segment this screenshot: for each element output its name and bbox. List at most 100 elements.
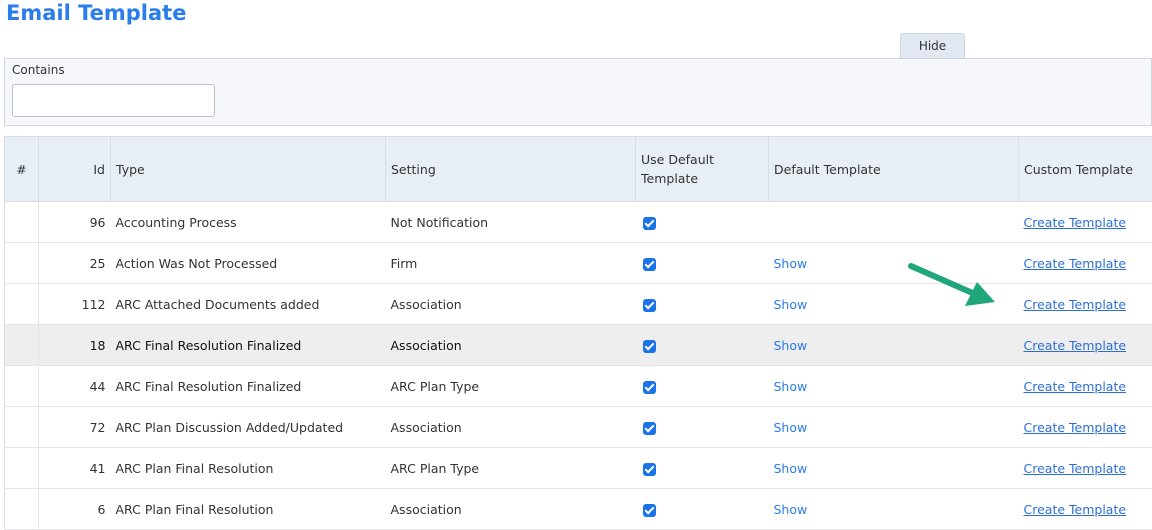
column-header-type[interactable]: Type <box>111 137 386 202</box>
custom-template-cell: Create Template <box>1019 325 1152 366</box>
id-cell: 25 <box>39 243 111 284</box>
default-template-cell: Show <box>769 325 1019 366</box>
use-default-cell <box>636 366 769 407</box>
setting-cell: Association <box>386 407 636 448</box>
default-template-cell: Show <box>769 448 1019 489</box>
default-template-cell: Show <box>769 243 1019 284</box>
column-header-default-template[interactable]: Default Template <box>769 137 1019 202</box>
default-template-cell <box>769 202 1019 243</box>
create-template-link[interactable]: Create Template <box>1024 502 1127 517</box>
custom-template-cell: Create Template <box>1019 489 1152 530</box>
table-row[interactable]: 96Accounting ProcessNot Notification Crea… <box>5 202 1152 243</box>
table-row[interactable]: 44ARC Final Resolution FinalizedARC Plan… <box>5 366 1152 407</box>
custom-template-cell: Create Template <box>1019 202 1152 243</box>
create-template-link[interactable]: Create Template <box>1024 338 1127 353</box>
column-header-number[interactable]: # <box>5 137 39 202</box>
type-cell: Action Was Not Processed <box>111 243 386 284</box>
custom-template-cell: Create Template <box>1019 407 1152 448</box>
use-default-cell <box>636 325 769 366</box>
setting-cell: ARC Plan Type <box>386 448 636 489</box>
id-cell: 44 <box>39 366 111 407</box>
row-number-cell <box>5 366 39 407</box>
row-number-cell <box>5 325 39 366</box>
use-default-checkbox[interactable] <box>643 340 656 353</box>
row-number-cell <box>5 202 39 243</box>
id-cell: 112 <box>39 284 111 325</box>
type-cell: ARC Final Resolution Finalized <box>111 366 386 407</box>
row-number-cell <box>5 448 39 489</box>
custom-template-cell: Create Template <box>1019 243 1152 284</box>
setting-cell: Firm <box>386 243 636 284</box>
custom-template-cell: Create Template <box>1019 448 1152 489</box>
custom-template-cell: Create Template <box>1019 366 1152 407</box>
column-header-setting[interactable]: Setting <box>386 137 636 202</box>
show-default-template-link[interactable]: Show <box>774 338 808 353</box>
show-default-template-link[interactable]: Show <box>774 420 808 435</box>
create-template-link[interactable]: Create Template <box>1024 215 1127 230</box>
type-cell: Accounting Process <box>111 202 386 243</box>
page-title: Email Template <box>6 1 186 25</box>
setting-cell: Association <box>386 489 636 530</box>
show-default-template-link[interactable]: Show <box>774 502 808 517</box>
type-cell: ARC Plan Discussion Added/Updated <box>111 407 386 448</box>
setting-cell: Not Notification <box>386 202 636 243</box>
show-default-template-link[interactable]: Show <box>774 379 808 394</box>
custom-template-cell: Create Template <box>1019 284 1152 325</box>
create-template-link[interactable]: Create Template <box>1024 379 1127 394</box>
create-template-link[interactable]: Create Template <box>1024 420 1127 435</box>
column-header-use-default[interactable]: Use Default Template <box>636 137 769 202</box>
table-row[interactable]: 6ARC Plan Final ResolutionAssociation Sho… <box>5 489 1152 530</box>
id-cell: 6 <box>39 489 111 530</box>
create-template-link[interactable]: Create Template <box>1024 256 1127 271</box>
setting-cell: ARC Plan Type <box>386 366 636 407</box>
use-default-cell <box>636 448 769 489</box>
id-cell: 96 <box>39 202 111 243</box>
use-default-cell <box>636 407 769 448</box>
use-default-checkbox[interactable] <box>643 504 656 517</box>
type-cell: ARC Final Resolution Finalized <box>111 325 386 366</box>
type-cell: ARC Plan Final Resolution <box>111 489 386 530</box>
contains-label: Contains <box>12 63 65 77</box>
type-cell: ARC Plan Final Resolution <box>111 448 386 489</box>
column-header-custom-template[interactable]: Custom Template <box>1019 137 1152 202</box>
table-row[interactable]: 72ARC Plan Discussion Added/UpdatedAssoc… <box>5 407 1152 448</box>
id-cell: 41 <box>39 448 111 489</box>
use-default-cell <box>636 243 769 284</box>
row-number-cell <box>5 243 39 284</box>
use-default-checkbox[interactable] <box>643 299 656 312</box>
default-template-cell: Show <box>769 407 1019 448</box>
show-default-template-link[interactable]: Show <box>774 297 808 312</box>
create-template-link[interactable]: Create Template <box>1024 461 1127 476</box>
table-header-row: # Id Type Setting Use Default Template D… <box>5 137 1152 202</box>
filter-panel: Contains <box>4 58 1152 126</box>
default-template-cell: Show <box>769 366 1019 407</box>
row-number-cell <box>5 489 39 530</box>
setting-cell: Association <box>386 284 636 325</box>
use-default-checkbox[interactable] <box>643 422 656 435</box>
use-default-checkbox[interactable] <box>643 258 656 271</box>
use-default-checkbox[interactable] <box>643 463 656 476</box>
table-row[interactable]: 112ARC Attached Documents addedAssociati… <box>5 284 1152 325</box>
table-row[interactable]: 18ARC Final Resolution FinalizedAssociat… <box>5 325 1152 366</box>
create-template-link[interactable]: Create Template <box>1024 297 1127 312</box>
setting-cell: Association <box>386 325 636 366</box>
row-number-cell <box>5 284 39 325</box>
hide-filter-button[interactable]: Hide <box>900 33 965 58</box>
use-default-checkbox[interactable] <box>643 381 656 394</box>
use-default-checkbox[interactable] <box>643 217 656 230</box>
use-default-cell <box>636 489 769 530</box>
contains-input[interactable] <box>12 84 215 117</box>
column-header-id[interactable]: Id <box>39 137 111 202</box>
show-default-template-link[interactable]: Show <box>774 256 808 271</box>
default-template-cell: Show <box>769 284 1019 325</box>
show-default-template-link[interactable]: Show <box>774 461 808 476</box>
email-template-table: # Id Type Setting Use Default Template D… <box>4 136 1152 530</box>
use-default-cell <box>636 284 769 325</box>
table-row[interactable]: 25Action Was Not ProcessedFirm Show Create… <box>5 243 1152 284</box>
default-template-cell: Show <box>769 489 1019 530</box>
id-cell: 72 <box>39 407 111 448</box>
use-default-cell <box>636 202 769 243</box>
id-cell: 18 <box>39 325 111 366</box>
table-row[interactable]: 41ARC Plan Final ResolutionARC Plan Type… <box>5 448 1152 489</box>
row-number-cell <box>5 407 39 448</box>
